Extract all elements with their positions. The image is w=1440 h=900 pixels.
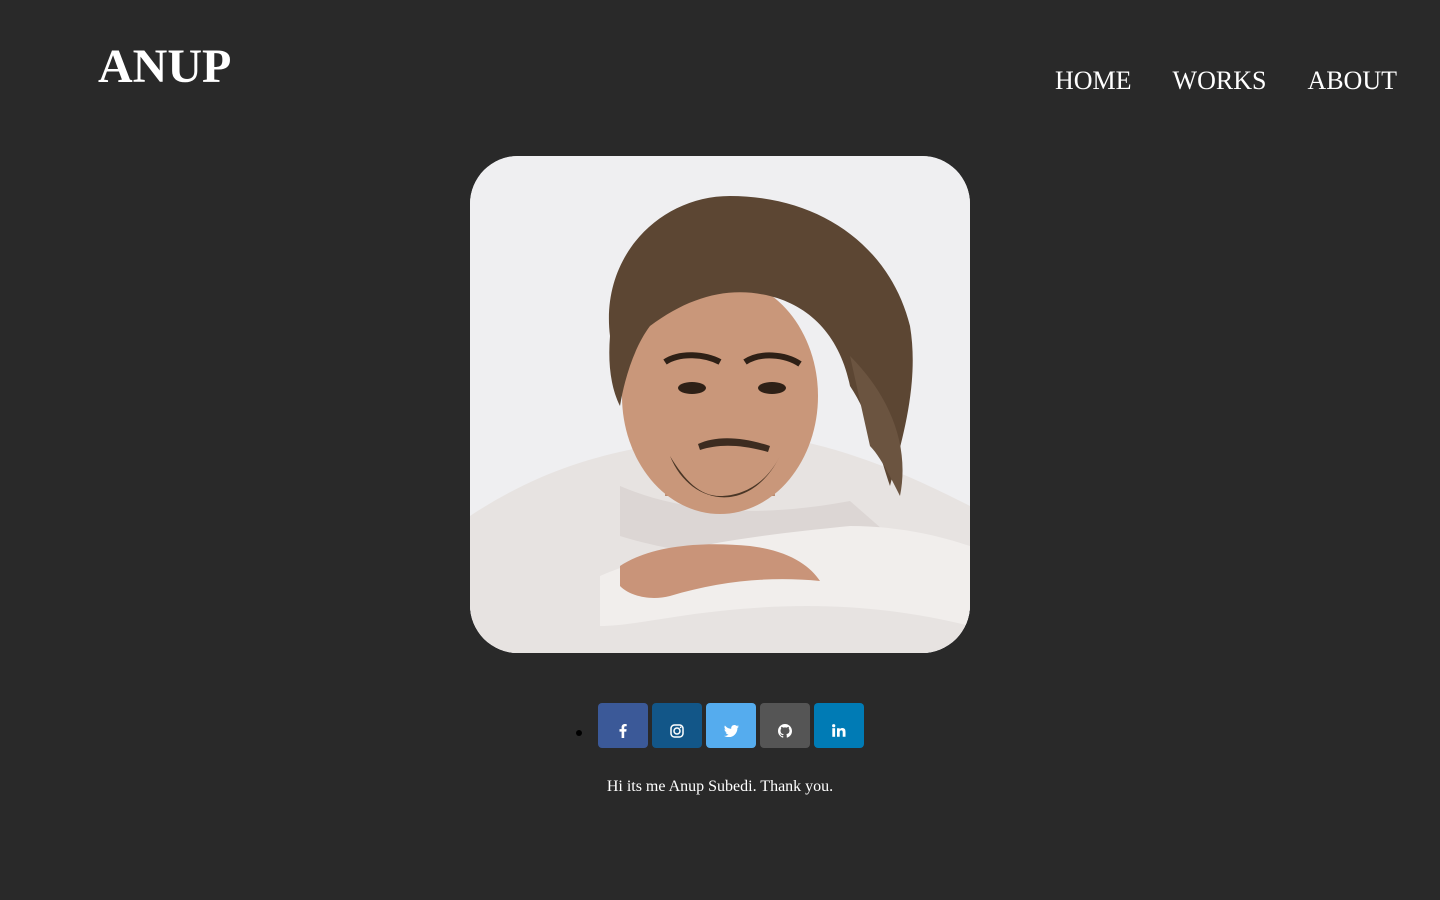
instagram-icon [670, 723, 684, 738]
intro-caption: Hi its me Anup Subedi. Thank you. [606, 778, 834, 795]
twitter-button[interactable] [706, 703, 756, 748]
brand-logo: ANUP [98, 40, 232, 93]
linkedin-icon [832, 724, 846, 737]
facebook-button[interactable] [598, 703, 648, 748]
instagram-button[interactable] [652, 703, 702, 748]
github-icon [778, 723, 792, 738]
main-nav: HOME WORKS ABOUT [1055, 64, 1397, 98]
profile-photo [470, 156, 970, 653]
list-bullet [576, 729, 582, 736]
nav-home[interactable]: HOME [1055, 64, 1132, 98]
linkedin-button[interactable] [814, 703, 864, 748]
nav-about[interactable]: ABOUT [1307, 64, 1397, 98]
nav-works[interactable]: WORKS [1173, 64, 1267, 98]
social-links [576, 703, 868, 748]
facebook-icon [619, 723, 627, 738]
twitter-icon [723, 724, 739, 737]
github-button[interactable] [760, 703, 810, 748]
